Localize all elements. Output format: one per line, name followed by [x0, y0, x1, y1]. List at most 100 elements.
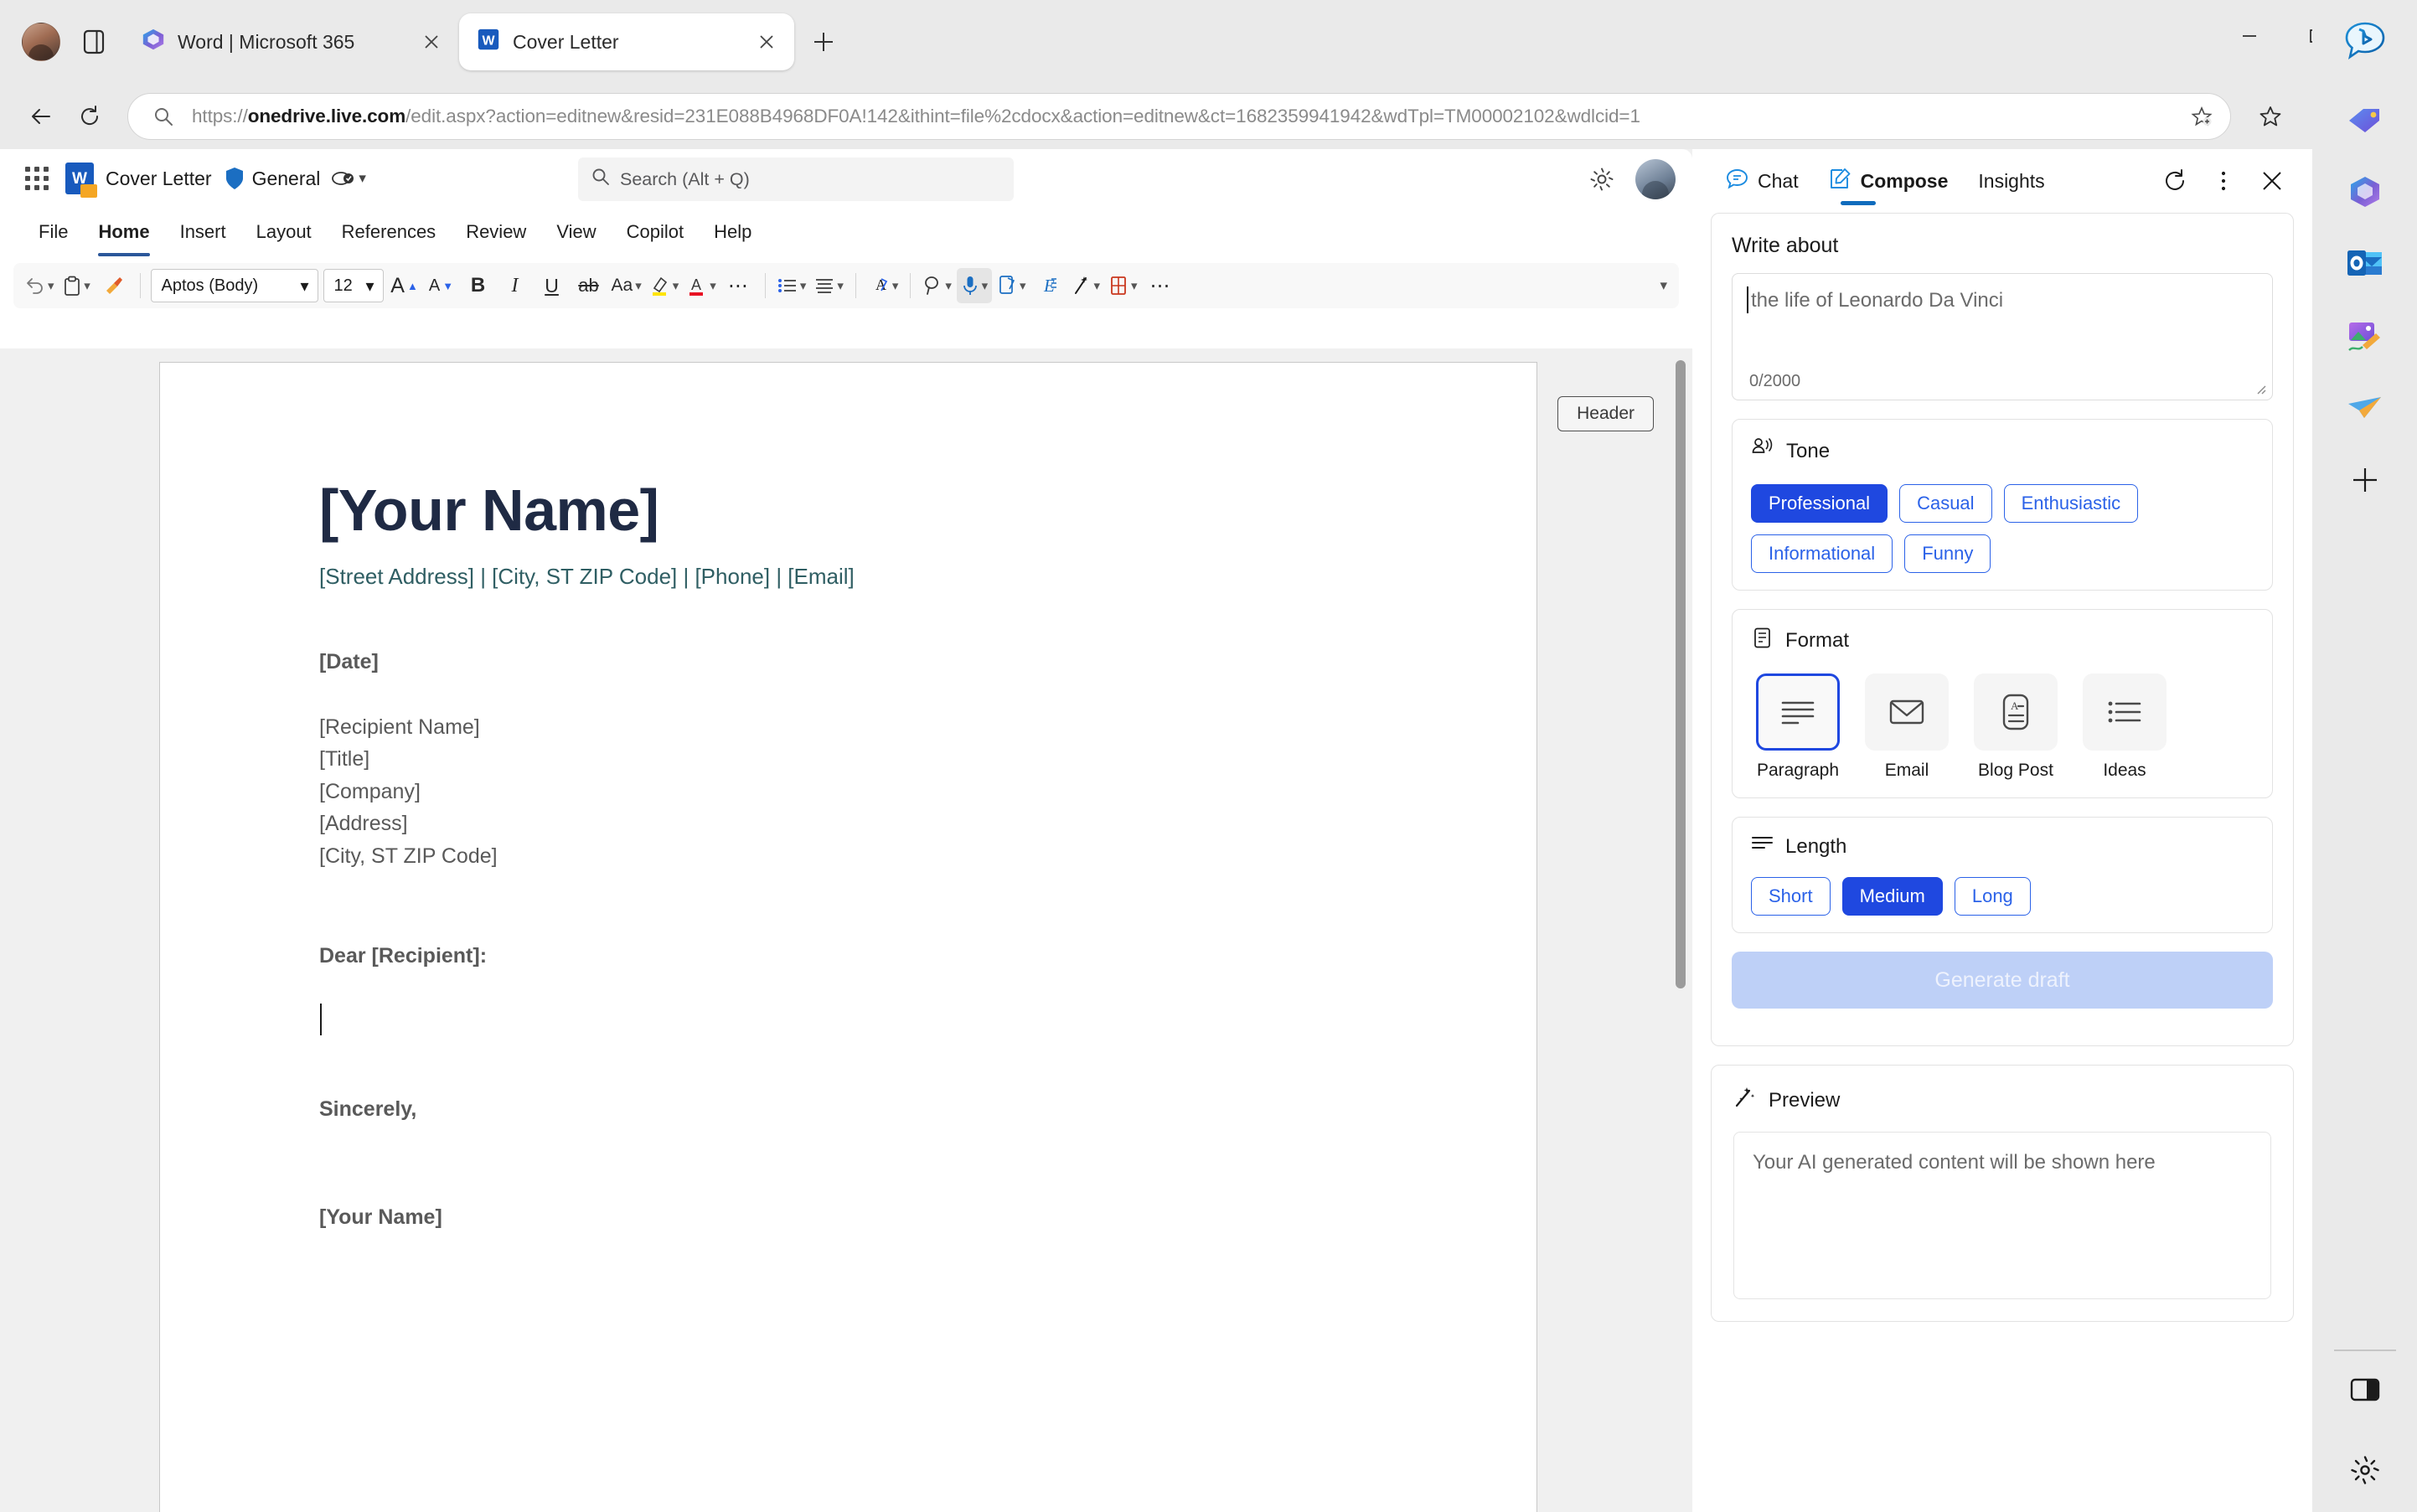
italic-icon[interactable]: I: [498, 268, 533, 303]
doc-signature[interactable]: [Your Name]: [319, 1205, 1377, 1230]
document-page[interactable]: Header [Your Name] [Street Address] | [C…: [159, 362, 1654, 1512]
doc-recipient-block[interactable]: [Recipient Name] [Title] [Company] [Addr…: [319, 711, 1377, 873]
browser-tab-cover-letter[interactable]: W Cover Letter: [459, 13, 794, 70]
chevron-down-icon[interactable]: ▾: [1020, 278, 1026, 293]
sidebar-item-microsoft365[interactable]: [2312, 156, 2417, 228]
grow-font-icon[interactable]: A ▲: [387, 268, 422, 303]
close-icon[interactable]: [417, 28, 446, 56]
add-favorite-icon[interactable]: [2185, 100, 2218, 133]
chevron-down-icon[interactable]: ▾: [982, 278, 989, 293]
dictate-icon[interactable]: ▾: [956, 268, 992, 303]
bold-icon[interactable]: B: [461, 268, 496, 303]
paste-icon[interactable]: ▾: [59, 268, 95, 303]
document-canvas[interactable]: Header [Your Name] [Street Address] | [C…: [0, 348, 1692, 1512]
document-scrollbar[interactable]: [1676, 360, 1686, 1500]
favorites-icon[interactable]: [2246, 94, 2295, 139]
font-color-icon[interactable]: A ▾: [684, 268, 720, 303]
reload-button[interactable]: [67, 94, 112, 139]
tone-chip-casual[interactable]: Casual: [1899, 484, 1992, 523]
change-case-icon[interactable]: Aa ▾: [608, 268, 645, 303]
font-size-select[interactable]: 12 ▾: [323, 269, 384, 302]
editor-icon[interactable]: ▾: [994, 268, 1030, 303]
chevron-down-icon[interactable]: ▾: [945, 278, 952, 293]
back-button[interactable]: [18, 94, 64, 139]
more-options-icon[interactable]: [2202, 159, 2245, 203]
tone-chip-enthusiastic[interactable]: Enthusiastic: [2003, 484, 2139, 523]
tab-home[interactable]: Home: [83, 214, 164, 256]
doc-contact-line[interactable]: [Street Address] | [City, ST ZIP Code] |…: [319, 564, 1377, 590]
tone-chip-informational[interactable]: Informational: [1751, 534, 1893, 573]
sidebar-item-image-creator[interactable]: [2312, 300, 2417, 372]
chevron-down-icon[interactable]: ▾: [837, 278, 844, 293]
sidebar-item-shopping[interactable]: [2312, 84, 2417, 156]
tab-review[interactable]: Review: [451, 214, 541, 250]
tab-view[interactable]: View: [541, 214, 611, 250]
browser-tab-word[interactable]: Word | Microsoft 365: [124, 14, 459, 70]
length-chip-medium[interactable]: Medium: [1841, 877, 1943, 916]
new-tab-button[interactable]: [804, 23, 843, 61]
document-body[interactable]: [Your Name] [Street Address] | [City, ST…: [160, 363, 1536, 1230]
chevron-down-icon[interactable]: ▾: [892, 278, 899, 293]
length-chip-long[interactable]: Long: [1954, 877, 2031, 916]
format-option-ideas[interactable]: Ideas: [2078, 673, 2172, 781]
chevron-down-icon[interactable]: ▾: [84, 278, 90, 293]
paragraph-align-icon[interactable]: ▾: [811, 268, 847, 303]
chevron-down-icon[interactable]: ▾: [359, 170, 366, 187]
address-bar[interactable]: https://onedrive.live.com/edit.aspx?acti…: [127, 93, 2231, 140]
format-option-email[interactable]: Email: [1860, 673, 1954, 781]
font-name-select[interactable]: Aptos (Body) ▾: [150, 269, 318, 302]
doc-salutation[interactable]: Dear [Recipient]:: [319, 944, 1377, 968]
preview-content-area[interactable]: Your AI generated content will be shown …: [1733, 1132, 2271, 1299]
search-input[interactable]: Search (Alt + Q): [578, 157, 1014, 201]
copilot-panel-scroll[interactable]: Write about the life of Leonardo Da Vinc…: [1692, 213, 2312, 1512]
doc-your-name-heading[interactable]: [Your Name]: [319, 479, 1377, 542]
highlight-color-icon[interactable]: ▾: [647, 268, 683, 303]
more-commands-icon[interactable]: ⋯: [1143, 268, 1178, 303]
tab-compose[interactable]: Compose: [1814, 159, 1964, 205]
avatar[interactable]: [1635, 159, 1676, 199]
refresh-icon[interactable]: [2153, 159, 2197, 203]
sensitivity-label[interactable]: General: [252, 168, 321, 190]
tab-chat[interactable]: Chat: [1711, 159, 1814, 204]
collapse-ribbon-icon[interactable]: ▾: [1660, 277, 1667, 294]
resize-grip-icon[interactable]: [2254, 383, 2266, 395]
shrink-font-icon[interactable]: A ▼: [424, 268, 459, 303]
text-cursor[interactable]: [319, 1004, 1377, 1037]
chevron-down-icon[interactable]: ▾: [710, 278, 716, 293]
chevron-down-icon[interactable]: ▾: [800, 278, 807, 293]
tab-help[interactable]: Help: [699, 214, 767, 250]
chevron-down-icon[interactable]: ▾: [1131, 278, 1138, 293]
undo-icon[interactable]: ▾: [22, 268, 58, 303]
format-option-blog-post[interactable]: A Blog Post: [1969, 673, 2063, 781]
document-title[interactable]: Cover Letter: [106, 168, 212, 190]
tab-file[interactable]: File: [23, 214, 83, 250]
tab-insert[interactable]: Insert: [165, 214, 241, 250]
generate-draft-button[interactable]: Generate draft: [1732, 952, 2273, 1009]
more-font-options-icon[interactable]: ⋯: [721, 268, 757, 303]
tab-references[interactable]: References: [327, 214, 452, 250]
tab-copilot[interactable]: Copilot: [612, 214, 699, 250]
scrollbar-thumb[interactable]: [1676, 360, 1686, 988]
styles-icon[interactable]: A ▾: [865, 268, 902, 303]
gear-icon[interactable]: [1583, 161, 1620, 198]
strikethrough-icon[interactable]: ab: [571, 268, 607, 303]
tab-insights[interactable]: Insights: [1963, 162, 2059, 201]
underline-icon[interactable]: U: [535, 268, 570, 303]
chevron-down-icon[interactable]: ▾: [1093, 278, 1100, 293]
close-icon[interactable]: [2250, 159, 2294, 203]
minimize-button[interactable]: [2216, 0, 2283, 72]
autosave-off-icon[interactable]: [330, 166, 355, 191]
immersive-reader-icon[interactable]: E: [1030, 268, 1066, 303]
browser-profile-avatar[interactable]: [22, 23, 60, 61]
tone-chip-funny[interactable]: Funny: [1904, 534, 1991, 573]
sidebar-settings-button[interactable]: [2312, 1428, 2417, 1512]
sidebar-add-app-button[interactable]: [2312, 444, 2417, 516]
length-chip-short[interactable]: Short: [1751, 877, 1831, 916]
header-region-tag[interactable]: Header: [1557, 396, 1654, 431]
close-icon[interactable]: [752, 28, 781, 56]
format-option-paragraph[interactable]: Paragraph: [1751, 673, 1845, 781]
doc-closing[interactable]: Sincerely,: [319, 1097, 1377, 1122]
find-icon[interactable]: ▾: [919, 268, 955, 303]
tab-actions-icon[interactable]: [75, 23, 112, 60]
chevron-down-icon[interactable]: ▾: [48, 278, 54, 293]
